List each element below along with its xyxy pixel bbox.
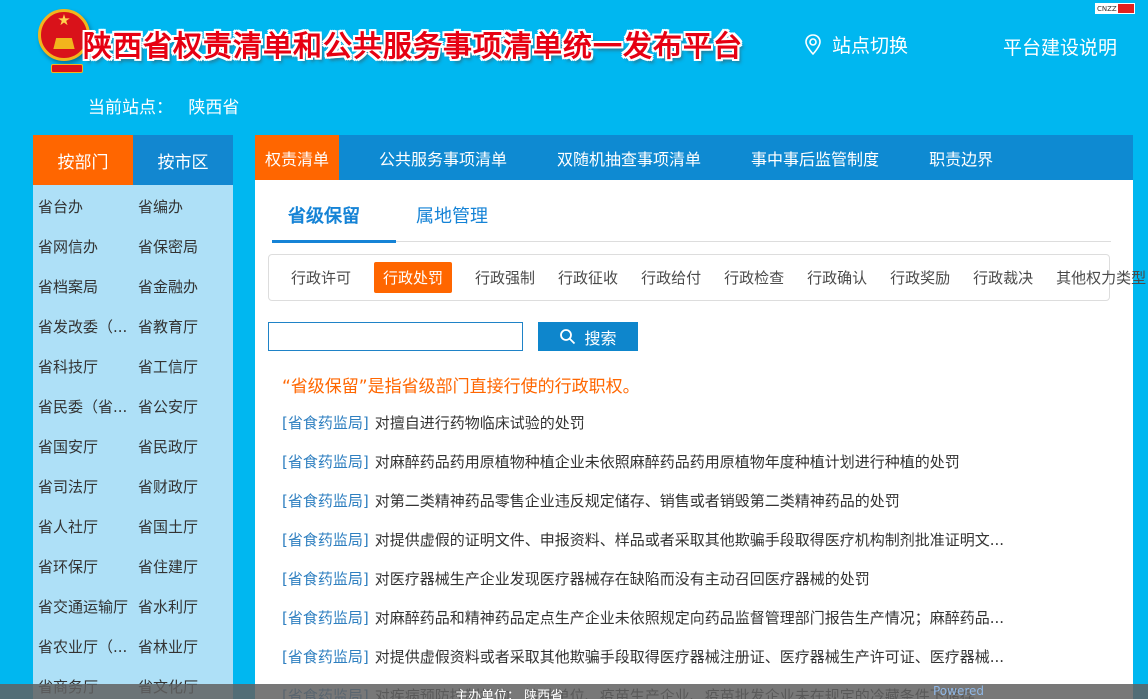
filter-item[interactable]: 行政裁决	[973, 267, 1033, 288]
content-card: 省级保留 属地管理 行政许可 行政处罚 行政强制 行政征收 行政给付 行政检查 …	[255, 180, 1133, 699]
nav-tab[interactable]: 公共服务事项清单	[369, 135, 517, 180]
footer-bar: 主办单位： 陕西省 Powered	[0, 684, 1148, 699]
cnzz-badge-label: CNZZ	[1095, 5, 1117, 13]
list-item[interactable]: [省食药监局] 对提供虚假的证明文件、申报资料、样品或者采取其他欺骗手段取得医疗机…	[282, 521, 1123, 560]
department-item[interactable]: 省国土厅	[133, 507, 233, 547]
list-item-text: 对第二类精神药品零售企业违反规定储存、销售或者销毁第二类精神药品的处罚	[375, 492, 900, 510]
filter-item[interactable]: 行政检查	[724, 267, 784, 288]
list-item[interactable]: [省食药监局] 对提供虚假资料或者采取其他欺骗手段取得医疗器械注册证、医疗器械生产…	[282, 638, 1123, 677]
sidebar: 按部门 按市区 省台办 省编办 省网信办 省保密局 省档案局 省金融办 省发改委…	[33, 135, 233, 699]
department-item[interactable]: 省国安厅	[33, 427, 133, 467]
department-item[interactable]: 省网信办	[33, 227, 133, 267]
list-item[interactable]: [省食药监局] 对医疗器械生产企业发现医疗器械存在缺陷而没有主动召回医疗器械的处罚	[282, 560, 1123, 599]
sidebar-tabs: 按部门 按市区	[33, 135, 233, 185]
list-item-text: 对提供虚假的证明文件、申报资料、样品或者采取其他欺骗手段取得医疗机构制剂批准证明…	[375, 531, 1004, 549]
filter-item[interactable]: 行政许可	[291, 267, 351, 288]
department-item[interactable]: 省农业厅（...	[33, 627, 133, 667]
list-item[interactable]: [省食药监局] 对麻醉药品药用原植物种植企业未依照麻醉药品药用原植物年度种植计划进…	[282, 443, 1123, 482]
location-pin-icon	[803, 33, 823, 57]
list-item-text: 对麻醉药品和精神药品定点生产企业未依照规定向药品监督管理部门报告生产情况；麻醉药…	[375, 609, 1004, 627]
result-list: [省食药监局] 对擅自进行药物临床试验的处罚 [省食药监局] 对麻醉药品药用原植物种…	[282, 404, 1123, 699]
list-item[interactable]: [省食药监局] 对擅自进行药物临床试验的处罚	[282, 404, 1123, 443]
notice-text: “省级保留”是指省级部门直接行使的行政职权。	[282, 372, 640, 397]
site-switch-button[interactable]: 站点切换	[803, 31, 908, 58]
search-input[interactable]	[268, 322, 523, 351]
department-item[interactable]: 省科技厅	[33, 347, 133, 387]
department-item[interactable]: 省环保厅	[33, 547, 133, 587]
list-item-department: [省食药监局]	[282, 570, 369, 588]
list-item-text: 对麻醉药品药用原植物种植企业未依照麻醉药品药用原植物年度种植计划进行种植的处罚	[375, 453, 960, 471]
filter-item[interactable]: 行政征收	[558, 267, 618, 288]
filter-item[interactable]: 其他权力类型	[1056, 267, 1146, 288]
department-item[interactable]: 省编办	[133, 187, 233, 227]
filter-item[interactable]: 行政给付	[641, 267, 701, 288]
list-item[interactable]: [省食药监局] 对麻醉药品和精神药品定点生产企业未依照规定向药品监督管理部门报告生…	[282, 599, 1123, 638]
list-item-department: [省食药监局]	[282, 531, 369, 549]
department-item[interactable]: 省财政厅	[133, 467, 233, 507]
department-item[interactable]: 省民政厅	[133, 427, 233, 467]
department-item[interactable]: 省住建厅	[133, 547, 233, 587]
sidebar-tab[interactable]: 按部门	[33, 135, 133, 185]
list-item-department: [省食药监局]	[282, 609, 369, 627]
list-item-department: [省食药监局]	[282, 492, 369, 510]
current-site-label: 当前站点：	[88, 98, 173, 118]
list-item-department: [省食药监局]	[282, 648, 369, 666]
subtabs: 省级保留 属地管理	[272, 202, 1111, 242]
current-site: 当前站点： 陕西省	[88, 93, 239, 118]
filter-item[interactable]: 行政确认	[807, 267, 867, 288]
nav-tab[interactable]: 事中事后监管制度	[741, 135, 889, 180]
subtab[interactable]: 属地管理	[416, 202, 488, 228]
footer-host-text: 主办单位： 陕西省	[455, 685, 563, 699]
list-item-text: 对提供虚假资料或者采取其他欺骗手段取得医疗器械注册证、医疗器械生产许可证、医疗器…	[375, 648, 1004, 666]
department-list: 省台办 省编办 省网信办 省保密局 省档案局 省金融办 省发改委（... 省教育…	[33, 185, 233, 699]
list-item-text: 对医疗器械生产企业发现医疗器械存在缺陷而没有主动召回医疗器械的处罚	[375, 570, 870, 588]
department-item[interactable]: 省民委（省...	[33, 387, 133, 427]
department-item[interactable]: 省水利厅	[133, 587, 233, 627]
cnzz-badge-red-block	[1118, 4, 1134, 13]
search-icon	[559, 328, 576, 345]
page: ★ 陕西省权责清单和公共服务事项清单统一发布平台 站点切换 平台建设说明 当前站…	[0, 0, 1148, 699]
department-item[interactable]: 省保密局	[133, 227, 233, 267]
list-item-department: [省食药监局]	[282, 453, 369, 471]
page-title: 陕西省权责清单和公共服务事项清单统一发布平台	[83, 23, 743, 65]
department-item[interactable]: 省司法厅	[33, 467, 133, 507]
nav-tab[interactable]: 职责边界	[919, 135, 1003, 180]
department-item[interactable]: 省台办	[33, 187, 133, 227]
platform-info-link[interactable]: 平台建设说明	[1003, 33, 1117, 60]
footer-powered-link[interactable]: Powered	[933, 684, 984, 698]
current-site-value: 陕西省	[188, 98, 239, 118]
department-item[interactable]: 省公安厅	[133, 387, 233, 427]
nav-tab[interactable]: 双随机抽查事项清单	[547, 135, 711, 180]
department-item[interactable]: 省林业厅	[133, 627, 233, 667]
filter-item[interactable]: 行政奖励	[890, 267, 950, 288]
subtab[interactable]: 省级保留	[288, 202, 360, 228]
main-nav: 权责清单 公共服务事项清单 双随机抽查事项清单 事中事后监管制度 职责边界	[255, 135, 1133, 180]
department-item[interactable]: 省人社厅	[33, 507, 133, 547]
cnzz-stats-badge[interactable]: CNZZ	[1095, 3, 1135, 14]
list-item-text: 对擅自进行药物临床试验的处罚	[375, 414, 585, 432]
department-item[interactable]: 省教育厅	[133, 307, 233, 347]
search-row: 搜索	[268, 322, 638, 351]
department-item[interactable]: 省工信厅	[133, 347, 233, 387]
nav-tab[interactable]: 权责清单	[255, 135, 339, 180]
department-item[interactable]: 省交通运输厅	[33, 587, 133, 627]
department-item[interactable]: 省档案局	[33, 267, 133, 307]
list-item[interactable]: [省食药监局] 对第二类精神药品零售企业违反规定储存、销售或者销毁第二类精神药品的…	[282, 482, 1123, 521]
search-button[interactable]: 搜索	[538, 322, 638, 351]
list-item-department: [省食药监局]	[282, 414, 369, 432]
filter-item[interactable]: 行政处罚	[374, 262, 452, 293]
department-item[interactable]: 省发改委（...	[33, 307, 133, 347]
site-switch-label: 站点切换	[832, 31, 908, 58]
department-item[interactable]: 省金融办	[133, 267, 233, 307]
filter-bar: 行政许可 行政处罚 行政强制 行政征收 行政给付 行政检查 行政确认 行政奖励 …	[268, 254, 1110, 301]
sidebar-tab[interactable]: 按市区	[133, 135, 233, 185]
search-button-label: 搜索	[584, 325, 616, 349]
filter-item[interactable]: 行政强制	[475, 267, 535, 288]
